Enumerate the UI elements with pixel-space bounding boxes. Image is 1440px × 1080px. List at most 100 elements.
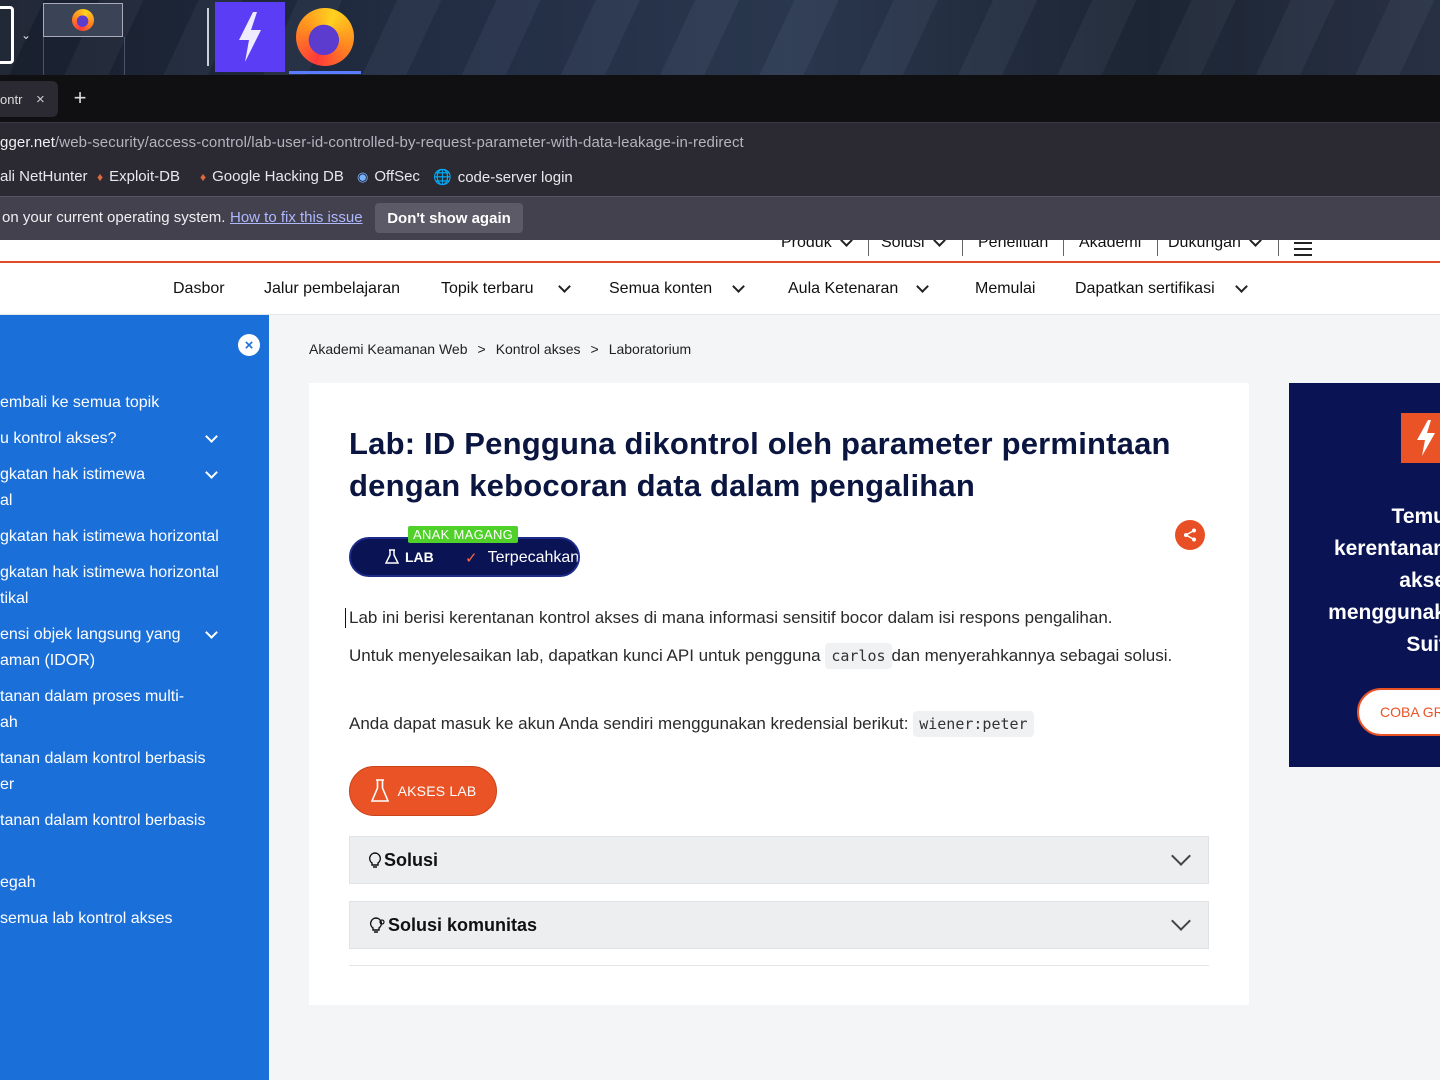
sidebar-item-location[interactable]: tanan dalam kontrol berbasis [0,808,230,834]
lab-goal: Untuk menyelesaikan lab, dapatkan kunci … [349,641,1199,671]
sidebar-item-horizontal-escalation[interactable]: gkatan hak istimewa horizontal [0,524,230,550]
bookmark-label: Exploit-DB [109,168,180,185]
firefox-icon [72,9,94,31]
subnav-label: Topik terbaru [441,280,534,297]
share-icon [1184,528,1196,542]
flask-icon [385,549,399,564]
sidebar-item-back[interactable]: embali ke semua topik [0,390,230,416]
chevron-down-icon [932,240,946,247]
try-free-button[interactable]: COBA GR [1357,688,1440,736]
window-preview-firefox[interactable] [43,3,123,37]
subnav-label: Jalur pembelajaran [264,280,401,297]
promo-line: Suit [1406,633,1440,656]
subnav-label: Dasbor [173,280,225,297]
chevron-down-icon [1171,846,1191,866]
breadcrumb-academy[interactable]: Akademi Keamanan Web [309,341,468,357]
nav-dukungan[interactable]: Dukungan [1168,240,1262,252]
sidebar-item-referer-cont[interactable]: er [0,772,230,798]
sidebar-item-prevent[interactable]: egah [0,870,230,896]
nav-solusi[interactable]: Solusi [881,240,946,252]
promo-line: menggunak [1328,601,1440,624]
nav-penelitian[interactable]: Penelitian [978,240,1048,252]
lab-type-label: LAB [405,549,434,565]
chevron-down-icon [732,280,746,293]
dont-show-again-button[interactable]: Don't show again [375,203,523,233]
chevron-down-icon [916,280,930,293]
subnav-latest-topics[interactable]: Topik terbaru [441,280,571,298]
username-code: carlos [825,643,892,669]
community-solutions-label: Solusi komunitas [368,915,537,936]
kali-dragon-icon: ♦ [97,169,104,184]
sidebar-item-referer[interactable]: tanan dalam kontrol berbasis [0,746,230,772]
kali-dragon-icon: ♦ [200,169,207,184]
window-preview-slot [43,37,203,75]
sidebar-item-multistep[interactable]: tanan dalam proses multi- [0,684,230,710]
close-icon[interactable]: × [238,334,260,356]
sidebar-item-idor-cont[interactable]: aman (IDOR) [0,648,230,674]
lab-type: LAB [385,549,434,565]
share-button[interactable] [1175,520,1205,550]
address-bar[interactable]: gger.net/web-security/access-control/lab… [0,122,1440,160]
bookmark-code-server[interactable]: 🌐 code-server login [433,168,573,187]
sidebar-item-horizontal-to-vertical[interactable]: gkatan hak istimewa horizontal [0,560,230,586]
page-title: Lab: ID Pengguna dikontrol oleh paramete… [349,426,1171,503]
access-lab-button[interactable]: AKSES LAB [349,766,497,816]
solution-accordion[interactable]: Solusi [349,836,1209,884]
subnav-learning-paths[interactable]: Jalur pembelajaran [264,280,400,298]
promo-line: akse [1399,569,1440,592]
breadcrumb-access-control[interactable]: Kontrol akses [496,341,581,357]
bookmark-exploit-db[interactable]: ♦ Exploit-DB [97,168,180,185]
nav-label: Produk [781,240,832,251]
burp-promo-panel: Temu kerentanan akse menggunak Suit COBA… [1289,383,1440,767]
nav-divider [868,240,869,256]
subnav-all-content[interactable]: Semua konten [609,280,746,298]
goal-text-after: dan menyerahkannya sebagai solusi. [891,646,1173,665]
top-navigation: Produk Solusi Penelitian Akademi Dukunga… [0,240,1440,262]
goal-text: Untuk menyelesaikan lab, dapatkan kunci … [349,646,821,665]
sidebar-item-vertical-escalation[interactable]: gkatan hak istimewa [0,462,230,488]
chevron-down-icon[interactable]: ⌄ [21,28,31,42]
sidebar-item-horizontal-to-vertical-cont[interactable]: tikal [0,586,230,612]
nav-produk[interactable]: Produk [781,240,853,252]
breadcrumb-separator: > [477,341,486,357]
academy-subnav: Dasbor Jalur pembelajaran Topik terbaru … [0,263,1440,315]
url-text[interactable]: gger.net/web-security/access-control/lab… [0,134,744,151]
breadcrumb-lab[interactable]: Laboratorium [609,341,692,357]
fix-issue-link[interactable]: How to fix this issue [230,209,363,226]
subnav-hall-of-fame[interactable]: Aula Ketenaran [788,280,930,298]
lab-card: Lab: ID Pengguna dikontrol oleh paramete… [309,383,1249,1005]
web-page: Produk Solusi Penelitian Akademi Dukunga… [0,240,1440,1080]
sidebar-item-multistep-cont[interactable]: ah [0,710,230,736]
bookmark-offsec[interactable]: ◉ OffSec [357,168,420,185]
os-taskbar: ⌄ [0,0,1440,75]
bookmark-google-hacking-db[interactable]: ♦ Google Hacking DB [200,168,344,185]
breadcrumb-separator: > [590,341,599,357]
nav-label: Dukungan [1168,240,1241,251]
lightning-icon [1417,420,1435,456]
nav-label: Penelitian [978,240,1049,251]
bookmark-nethunter[interactable]: ali NetHunter [0,168,88,185]
subnav-certification[interactable]: Dapatkan sertifikasi [1075,280,1248,298]
sidebar-item-vertical-escalation-cont[interactable]: al [0,488,230,514]
nav-divider [962,240,963,256]
community-solutions-accordion[interactable]: Solusi komunitas [349,901,1209,949]
burp-suite-launcher[interactable] [215,2,285,72]
bookmark-label: Google Hacking DB [212,168,344,185]
nav-akademi[interactable]: Akademi [1079,240,1141,252]
subnav-getting-started[interactable]: Memulai [975,280,1035,298]
hamburger-menu-icon[interactable] [1294,242,1312,260]
sidebar-item-idor[interactable]: ensi objek langsung yang [0,622,230,648]
nav-divider [1278,240,1279,256]
chevron-down-icon [1249,240,1262,247]
close-icon[interactable]: × [36,91,45,108]
subnav-dasbor[interactable]: Dasbor [173,280,225,298]
globe-icon: 🌐 [433,169,452,186]
browser-tab[interactable]: ontr × [0,81,58,117]
workspace-indicator[interactable] [0,6,14,64]
sidebar-item-what-is-access-control[interactable]: u kontrol akses? [0,426,230,452]
subnav-label: Aula Ketenaran [788,280,899,297]
new-tab-button[interactable]: + [70,85,90,111]
accordion-title: Solusi komunitas [388,915,538,935]
sidebar-item-all-labs[interactable]: semua lab kontrol akses [0,906,230,932]
firefox-launcher[interactable] [289,2,361,74]
